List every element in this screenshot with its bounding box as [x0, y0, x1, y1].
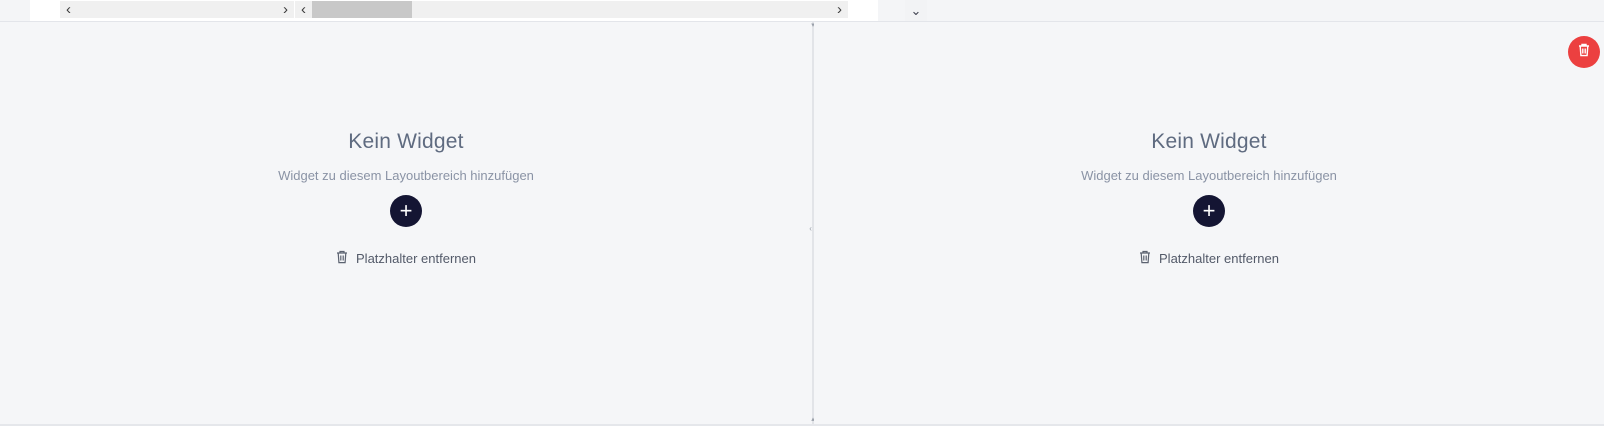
trash-icon [1139, 250, 1151, 267]
empty-state: Kein Widget Widget zu diesem Layoutberei… [814, 130, 1604, 267]
scroll-right-button[interactable]: › [831, 1, 848, 18]
empty-state: Kein Widget Widget zu diesem Layoutberei… [0, 130, 812, 267]
trash-icon [1578, 43, 1590, 62]
horizontal-scrollbar-1[interactable]: ‹ › [60, 1, 294, 18]
scroll-left-button[interactable]: ‹ [60, 1, 77, 18]
scroll-left-button[interactable]: ‹ [295, 1, 312, 18]
chevron-down-icon[interactable]: ⌄ [905, 0, 927, 22]
layout-area-left: Kein Widget Widget zu diesem Layoutberei… [0, 22, 812, 424]
scrollbar-thumb[interactable] [312, 1, 412, 18]
empty-state-title: Kein Widget [348, 130, 464, 153]
toolbar-empty-area [928, 0, 1604, 22]
trash-icon [336, 250, 348, 267]
layout-area-right: Kein Widget Widget zu diesem Layoutberei… [814, 22, 1604, 424]
plus-icon: + [1202, 198, 1216, 223]
remove-placeholder-button[interactable]: Platzhalter entfernen [336, 250, 476, 267]
remove-placeholder-button[interactable]: Platzhalter entfernen [1139, 250, 1279, 267]
remove-placeholder-label: Platzhalter entfernen [356, 251, 476, 266]
plus-icon: + [399, 198, 413, 223]
horizontal-scrollbar-2[interactable]: ‹ › [295, 1, 848, 18]
delete-row-button[interactable] [1568, 36, 1600, 68]
scroll-right-button[interactable]: › [277, 1, 294, 18]
empty-state-subtitle: Widget zu diesem Layoutbereich hinzufüge… [278, 168, 534, 183]
bottom-strip [0, 426, 1604, 432]
add-widget-button[interactable]: + [1193, 195, 1225, 227]
remove-placeholder-label: Platzhalter entfernen [1159, 251, 1279, 266]
layout-editor: ‹ › ‹ › ⌄ Kein Widget Widget zu diesem L… [0, 0, 1604, 432]
empty-state-subtitle: Widget zu diesem Layoutbereich hinzufüge… [1081, 168, 1337, 183]
add-widget-button[interactable]: + [390, 195, 422, 227]
empty-state-title: Kein Widget [1151, 130, 1267, 153]
